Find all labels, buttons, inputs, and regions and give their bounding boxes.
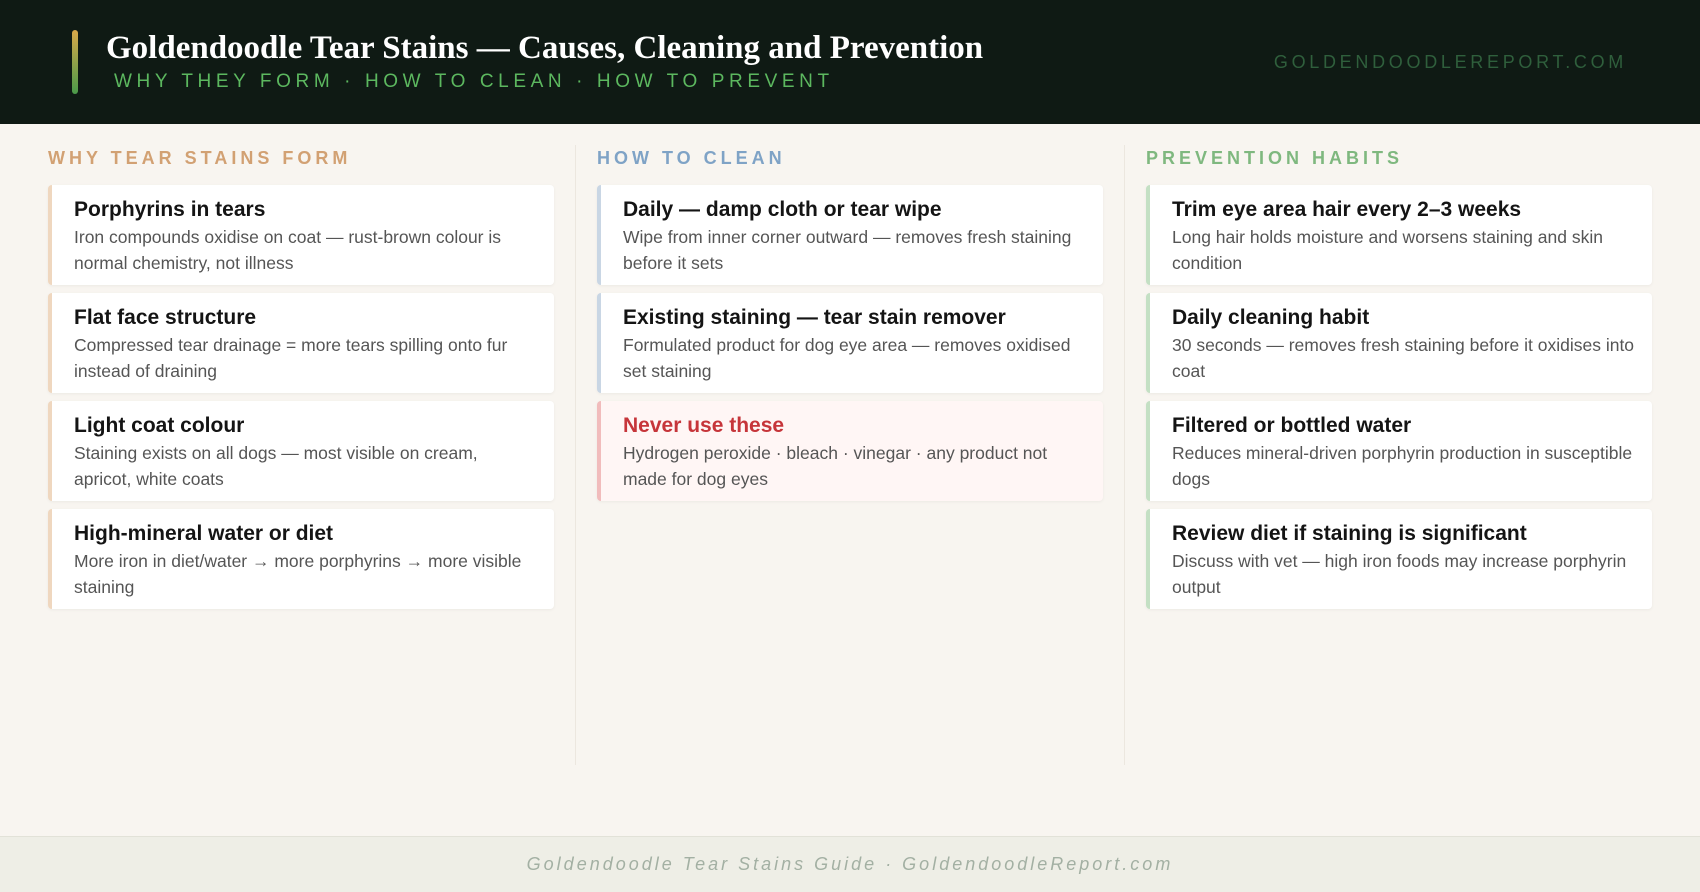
info-card: Daily cleaning habit 30 seconds — remove…: [1146, 293, 1652, 393]
card-title: Porphyrins in tears: [74, 198, 266, 221]
card-title: Review diet if staining is significant: [1172, 522, 1527, 545]
info-card: Existing staining — tear stain remover F…: [597, 293, 1103, 393]
card-text: Discuss with vet — high iron foods may i…: [1172, 551, 1627, 597]
card-text: Compressed tear drainage = more tears sp…: [74, 335, 508, 381]
column-divider: [575, 145, 576, 765]
card-title: Daily — damp cloth or tear wipe: [623, 198, 942, 221]
card-text: More iron in diet/water → more porphyrin…: [74, 551, 522, 597]
card-text: 30 seconds — removes fresh staining befo…: [1172, 335, 1635, 381]
footer-text: Goldendoodle Tear Stains Guide · Goldend…: [526, 854, 1174, 874]
card-text: Iron compounds oxidise on coat — rust-br…: [74, 227, 502, 273]
page-subtitle: WHY THEY FORM · HOW TO CLEAN · HOW TO PR…: [114, 71, 834, 92]
card-title: High-mineral water or diet: [74, 522, 334, 545]
header-banner: Goldendoodle Tear Stains — Causes, Clean…: [0, 0, 1700, 124]
column-how-to-clean: HOW TO CLEAN Daily — damp cloth or tear …: [597, 148, 1103, 509]
info-card: Filtered or bottled water Reduces minera…: [1146, 401, 1652, 501]
card-title: Filtered or bottled water: [1172, 414, 1412, 437]
card-title: Never use these: [623, 414, 785, 437]
warning-card: Never use these Hydrogen peroxide · blea…: [597, 401, 1103, 501]
info-card: Daily — damp cloth or tear wipe Wipe fro…: [597, 185, 1103, 285]
info-card: Flat face structure Compressed tear drai…: [48, 293, 554, 393]
site-domain: GOLDENDOODLEREPORT.COM: [1273, 52, 1627, 72]
column-heading: WHY TEAR STAINS FORM: [48, 148, 352, 168]
card-title: Light coat colour: [74, 414, 245, 437]
card-text: Wipe from inner corner outward — removes…: [623, 227, 1072, 273]
card-title: Daily cleaning habit: [1172, 306, 1370, 329]
column-why-stains-form: WHY TEAR STAINS FORM Porphyrins in tears…: [48, 148, 554, 617]
info-card: Porphyrins in tears Iron compounds oxidi…: [48, 185, 554, 285]
column-divider: [1124, 145, 1125, 765]
info-card: Trim eye area hair every 2–3 weeks Long …: [1146, 185, 1652, 285]
column-heading: HOW TO CLEAN: [597, 148, 786, 168]
card-title: Trim eye area hair every 2–3 weeks: [1172, 198, 1522, 221]
card-text: Staining exists on all dogs — most visib…: [74, 443, 478, 489]
column-heading: PREVENTION HABITS: [1146, 148, 1404, 168]
page-title: Goldendoodle Tear Stains — Causes, Clean…: [106, 30, 984, 66]
card-title: Existing staining — tear stain remover: [623, 306, 1006, 329]
footer: Goldendoodle Tear Stains Guide · Goldend…: [0, 836, 1700, 892]
card-text: Hydrogen peroxide · bleach · vinegar · a…: [623, 443, 1048, 489]
info-card: High-mineral water or diet More iron in …: [48, 509, 554, 609]
card-text: Formulated product for dog eye area — re…: [623, 335, 1071, 381]
info-card: Review diet if staining is significant D…: [1146, 509, 1652, 609]
column-prevention-habits: PREVENTION HABITS Trim eye area hair eve…: [1146, 148, 1652, 617]
accent-bar: [72, 30, 78, 94]
card-title: Flat face structure: [74, 306, 257, 329]
card-text: Reduces mineral-driven porphyrin product…: [1172, 443, 1633, 489]
info-card: Light coat colour Staining exists on all…: [48, 401, 554, 501]
card-text: Long hair holds moisture and worsens sta…: [1172, 227, 1603, 273]
